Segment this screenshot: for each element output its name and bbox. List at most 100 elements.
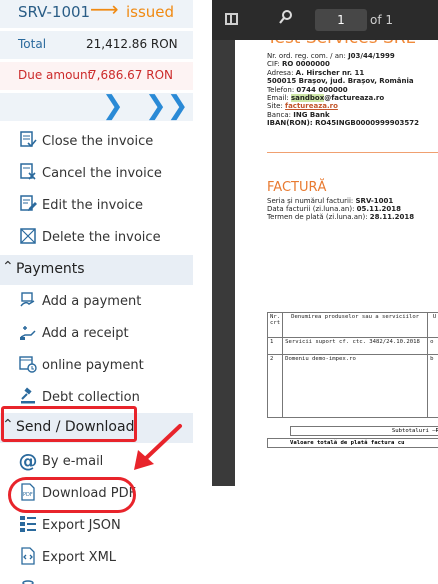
total-row: Total 21,412.86 RON	[0, 31, 193, 59]
export-xml-item[interactable]: Export XML	[0, 544, 193, 572]
edit-invoice-item[interactable]: Edit the invoice	[0, 192, 193, 220]
close-invoice-item[interactable]: Close the invoice	[0, 128, 193, 156]
status-arrow-icon: ⟶	[90, 0, 119, 21]
row-um: b	[427, 354, 438, 418]
xml-icon	[18, 547, 38, 567]
due-date-value: 28.11.2018	[369, 213, 415, 222]
reg-label: Nr. ord. reg. com. / an:	[267, 52, 349, 60]
search-icon[interactable]	[278, 9, 294, 29]
total-label: Total	[18, 37, 47, 51]
due-date-label: Termen de plată (zi.luna.an):	[267, 213, 370, 222]
sidebar-toggle-icon[interactable]	[225, 13, 238, 25]
add-payment-label: Add a payment	[42, 294, 142, 309]
debt-collection-label: Debt collection	[42, 390, 140, 405]
edit-invoice-label: Edit the invoice	[42, 198, 144, 213]
add-receipt-item[interactable]: Add a receipt	[0, 320, 193, 348]
email-domain: @factureaza.ro	[324, 94, 385, 103]
delete-invoice-icon	[18, 227, 38, 247]
at-icon: @	[18, 450, 38, 472]
table-row: 2 Domeniu demo-impex.ro b	[266, 354, 438, 418]
company-name: Test Services SRL	[267, 40, 415, 48]
payments-section-header[interactable]: ⌃ Payments	[0, 255, 193, 285]
delete-invoice-item[interactable]: Delete the invoice	[0, 224, 193, 252]
last-invoice-icon[interactable]: ❯❯	[145, 91, 189, 121]
date-label: Data facturii (zi.luna.an):	[267, 205, 357, 214]
reg-value: J03/44/1999	[348, 52, 395, 60]
close-invoice-label: Close the invoice	[42, 134, 154, 149]
pdf-viewer: 1 of 1 Test Services SRL Nr. ord. reg. c…	[212, 0, 438, 486]
highlight-oval-annotation	[8, 477, 136, 513]
cancel-invoice-label: Cancel the invoice	[42, 166, 162, 181]
col-name: Denumirea produselor sau a serviciilor	[282, 312, 429, 338]
online-payment-item[interactable]: online payment	[0, 352, 193, 380]
due-amount-value: 7,686.67 RON	[89, 68, 174, 82]
phone-label: Telefon:	[267, 85, 297, 94]
close-invoice-icon	[18, 131, 38, 151]
add-receipt-label: Add a receipt	[42, 326, 129, 341]
site-label: Site:	[267, 102, 286, 111]
col-um: U	[427, 312, 438, 338]
address-value: A. Hirscher nr. 11	[295, 68, 365, 77]
add-payment-item[interactable]: Add a payment	[0, 288, 193, 316]
invoice-id: SRV-1001	[18, 3, 91, 21]
export-json-label: Export JSON	[42, 518, 121, 533]
red-arrow-annotation	[134, 424, 182, 470]
company-details: Nr. ord. reg. com. / an: J03/44/1999 CIF…	[267, 52, 419, 128]
invoice-sidebar: SRV-1001 ⟶ issued Total 21,412.86 RON Du…	[0, 0, 193, 584]
items-table: Nr. crt Denumirea produselor sau a servi…	[266, 312, 438, 418]
series-value: SRV-1001	[355, 197, 394, 205]
row-um: o	[427, 337, 438, 355]
site-link[interactable]: factureaza.ro	[285, 102, 338, 110]
payment-icon	[18, 291, 38, 311]
total-value: 21,412.86 RON	[86, 37, 178, 51]
cancel-invoice-item[interactable]: Cancel the invoice	[0, 160, 193, 188]
invoice-status: issued	[126, 3, 175, 21]
page-count: of 1	[370, 13, 394, 27]
row-name: Servicii suport cf. ctc. 3482/24.10.2018	[282, 337, 429, 355]
json-icon	[18, 515, 38, 535]
phone-value: 0744 000000	[296, 85, 348, 94]
date-value: 05.11.2018	[356, 205, 401, 214]
divider	[267, 152, 438, 153]
row-nr: 1	[266, 337, 284, 355]
invoice-header: SRV-1001 ⟶ issued	[0, 0, 193, 28]
subtotal-row: Subtotaluri –R	[290, 426, 438, 436]
due-amount-row: Due amount 7,686.67 RON	[0, 62, 193, 90]
grand-total-row: Valoare totală de plată factura cu	[267, 438, 438, 448]
invoice-meta: Seria și numărul facturii: SRV-1001 Data…	[267, 197, 414, 222]
cancel-invoice-icon	[18, 163, 38, 183]
cif-value: RO 0000000	[282, 60, 330, 69]
email-user: sandbox	[291, 94, 325, 103]
gavel-icon	[18, 387, 38, 407]
row-name: Domeniu demo-impex.ro	[282, 354, 429, 418]
cif-label: CIF:	[267, 60, 283, 69]
bank-value: ING Bank	[293, 110, 330, 119]
email-label: Email:	[267, 94, 292, 103]
online-payment-icon	[18, 355, 38, 375]
city-line: 500015 Brașov, jud. Brașov, România	[267, 77, 414, 86]
pdf-toolbar: 1 of 1	[212, 0, 438, 40]
pdf-page: Test Services SRL Nr. ord. reg. com. / a…	[235, 40, 438, 486]
send-by-email-label: By e-mail	[42, 454, 104, 469]
next-invoice-icon[interactable]: ❯	[102, 91, 124, 121]
due-amount-label: Due amount	[18, 68, 93, 82]
export-json-item[interactable]: Export JSON	[0, 512, 193, 540]
export-xml-label: Export XML	[42, 550, 117, 565]
delete-invoice-label: Delete the invoice	[42, 230, 161, 245]
bank-label: Banca:	[267, 110, 294, 119]
series-label: Seria și numărul facturii:	[267, 197, 356, 205]
col-nr: Nr. crt	[266, 312, 284, 338]
payments-title: Payments	[16, 261, 85, 277]
receipt-icon	[18, 323, 38, 343]
highlight-box-annotation	[1, 406, 137, 442]
chevron-up-icon: ⌃	[2, 259, 14, 275]
table-row: 1 Servicii suport cf. ctc. 3482/24.10.20…	[266, 337, 438, 355]
database-icon	[18, 579, 38, 584]
page-number-input[interactable]: 1	[315, 9, 367, 31]
partial-menu-item[interactable]	[0, 576, 193, 584]
iban-value: RO45INGB0000999903572	[315, 119, 420, 128]
document-title: FACTURĂ	[267, 180, 327, 195]
online-payment-label: online payment	[42, 358, 144, 373]
invoice-navigation: ❯ ❯❯	[0, 91, 193, 121]
edit-invoice-icon	[18, 195, 38, 215]
